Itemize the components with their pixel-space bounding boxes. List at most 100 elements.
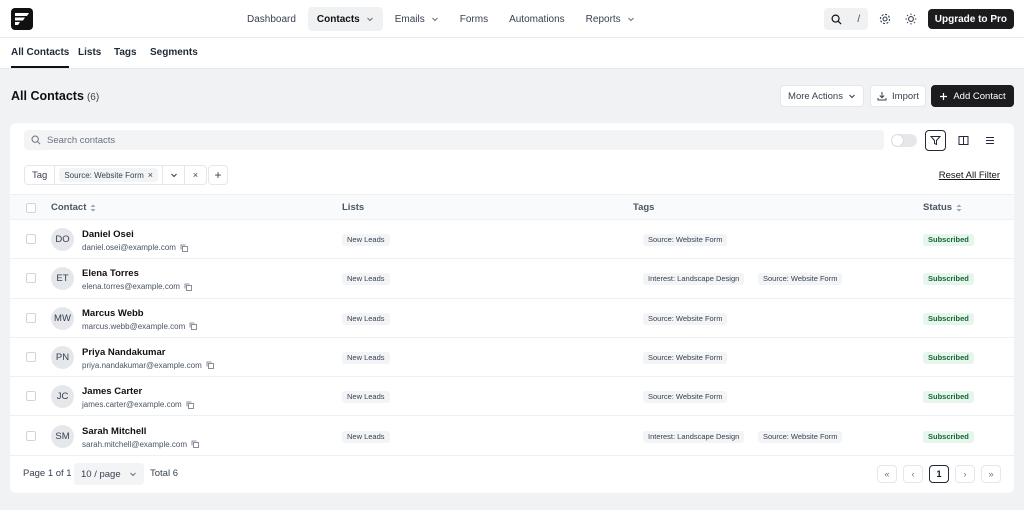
remove-filter-button[interactable]: × <box>184 166 206 184</box>
tag-pill: Source: Website Form <box>643 351 728 364</box>
prev-page-button[interactable]: ‹ <box>903 465 923 483</box>
table-header: Contact Lists Tags Status <box>10 194 1014 220</box>
columns-button[interactable] <box>953 130 974 151</box>
theme-toggle-button[interactable] <box>902 10 920 28</box>
row-checkbox[interactable] <box>26 273 36 284</box>
reset-filters-link[interactable]: Reset All Filter <box>939 170 1000 181</box>
more-actions-button[interactable]: More Actions <box>780 85 864 107</box>
column-status[interactable]: Status <box>923 195 962 220</box>
filter-value-dropdown[interactable] <box>162 166 184 184</box>
nav-automations[interactable]: Automations <box>500 7 574 31</box>
active-filter: Tag Source: Website Form × × <box>24 165 208 185</box>
nav-forms[interactable]: Forms <box>451 7 497 31</box>
page-title: All Contacts (6) <box>11 89 99 103</box>
nav-dashboard[interactable]: Dashboard <box>238 7 305 31</box>
tag-pill: Source: Website Form <box>758 273 843 286</box>
chevron-down-icon <box>366 17 373 22</box>
copy-icon[interactable] <box>184 283 192 291</box>
plus-icon: + <box>214 168 222 182</box>
first-page-button[interactable]: « <box>877 465 897 483</box>
contact-name[interactable]: Daniel Osei <box>82 229 134 240</box>
status-badge: Subscribed <box>923 391 974 404</box>
table-row[interactable]: DO Daniel Osei daniel.osei@example.com New … <box>10 220 1014 260</box>
avatar: PN <box>51 345 74 369</box>
copy-icon[interactable] <box>191 440 199 448</box>
upgrade-button[interactable]: Upgrade to Pro <box>927 9 1014 29</box>
list-pill: New Leads <box>342 312 390 325</box>
tab-all-contacts[interactable]: All Contacts <box>11 38 70 68</box>
global-search-button[interactable]: / <box>823 8 868 30</box>
copy-icon[interactable] <box>186 401 194 409</box>
nav-label: Dashboard <box>247 13 296 25</box>
chevron-down-icon <box>431 17 438 22</box>
logo-icon[interactable] <box>11 8 33 30</box>
table-row[interactable]: JC James Carter james.carter@example.com Ne… <box>10 377 1014 417</box>
table-row[interactable]: PN Priya Nandakumar priya.nandakumar@examp… <box>10 338 1014 378</box>
import-button[interactable]: Import <box>870 85 926 107</box>
contact-email-text: marcus.webb@example.com <box>82 321 186 331</box>
import-label: Import <box>892 90 919 102</box>
list-pill: New Leads <box>342 234 390 246</box>
view-toggle-switch[interactable] <box>891 134 917 147</box>
status-badge: Subscribed <box>923 430 974 443</box>
row-checkbox[interactable] <box>26 391 36 402</box>
tab-lists[interactable]: Lists <box>78 38 101 68</box>
nav-emails[interactable]: Emails <box>386 7 448 31</box>
search-icon <box>831 14 842 25</box>
contact-name[interactable]: Priya Nandakumar <box>82 347 165 358</box>
nav-reports[interactable]: Reports <box>577 7 644 31</box>
nav-contacts[interactable]: Contacts <box>307 7 383 31</box>
contacts-subnav: All Contacts Lists Tags Segments <box>0 38 1024 69</box>
plus-icon <box>940 92 948 100</box>
tab-tags[interactable]: Tags <box>114 38 137 68</box>
copy-icon[interactable] <box>189 322 198 330</box>
column-contact[interactable]: Contact <box>51 195 96 220</box>
filter-button[interactable] <box>925 130 946 151</box>
contact-name[interactable]: James Carter <box>82 386 142 397</box>
row-checkbox[interactable] <box>26 430 36 441</box>
chevron-down-icon <box>129 472 136 477</box>
copy-icon[interactable] <box>206 361 214 370</box>
contact-name[interactable]: Elena Torres <box>82 268 139 279</box>
contact-email: marcus.webb@example.com <box>82 321 198 331</box>
status-badge: Subscribed <box>923 351 974 364</box>
contact-email: sarah.mitchell@example.com <box>82 440 199 449</box>
last-page-button[interactable]: » <box>981 465 1001 483</box>
contact-email-text: elena.torres@example.com <box>82 282 180 292</box>
filter-icon <box>930 136 941 146</box>
copy-icon[interactable] <box>180 244 188 252</box>
table-row[interactable]: SM Sarah Mitchell sarah.mitchell@example.c… <box>10 417 1014 456</box>
contact-name[interactable]: Sarah Mitchell <box>82 426 146 437</box>
list-pill: New Leads <box>342 430 390 443</box>
current-page[interactable]: 1 <box>929 465 949 483</box>
table-row[interactable]: MW Marcus Webb marcus.webb@example.com New … <box>10 299 1014 338</box>
add-contact-button[interactable]: Add Contact <box>931 85 1014 107</box>
next-page-button[interactable]: › <box>955 465 975 483</box>
settings-button[interactable] <box>876 10 894 28</box>
add-contact-label: Add Contact <box>953 90 1006 102</box>
column-status-label: Status <box>923 202 953 213</box>
row-checkbox[interactable] <box>26 351 36 362</box>
per-page-select[interactable]: 10 / page <box>74 463 144 485</box>
contact-name[interactable]: Marcus Webb <box>82 308 144 319</box>
tag-pill: Interest: Landscape Design <box>643 273 745 286</box>
search-input[interactable]: Search contacts <box>24 130 884 150</box>
list-pill: New Leads <box>342 273 390 286</box>
chevron-down-icon <box>849 94 855 99</box>
top-navigation: Dashboard Contacts Emails Forms Automations R… <box>0 0 1024 38</box>
filter-field[interactable]: Tag <box>25 166 56 184</box>
column-lists: Lists <box>342 202 365 213</box>
add-filter-button[interactable]: + <box>208 165 228 185</box>
main-menu: Dashboard Contacts Emails Forms Automations R… <box>238 7 647 31</box>
row-checkbox[interactable] <box>26 234 36 244</box>
download-icon <box>877 92 887 101</box>
tab-segments[interactable]: Segments <box>150 38 198 68</box>
select-all-checkbox[interactable] <box>26 203 36 213</box>
list-pill: New Leads <box>342 351 390 364</box>
row-checkbox[interactable] <box>26 312 36 323</box>
table-row[interactable]: ET Elena Torres elena.torres@example.com Ne… <box>10 259 1014 299</box>
search-shortcut-key: / <box>857 13 861 25</box>
close-icon[interactable]: × <box>148 170 153 180</box>
tag-pill: Source: Website Form <box>643 391 728 404</box>
density-button[interactable] <box>979 130 1000 151</box>
